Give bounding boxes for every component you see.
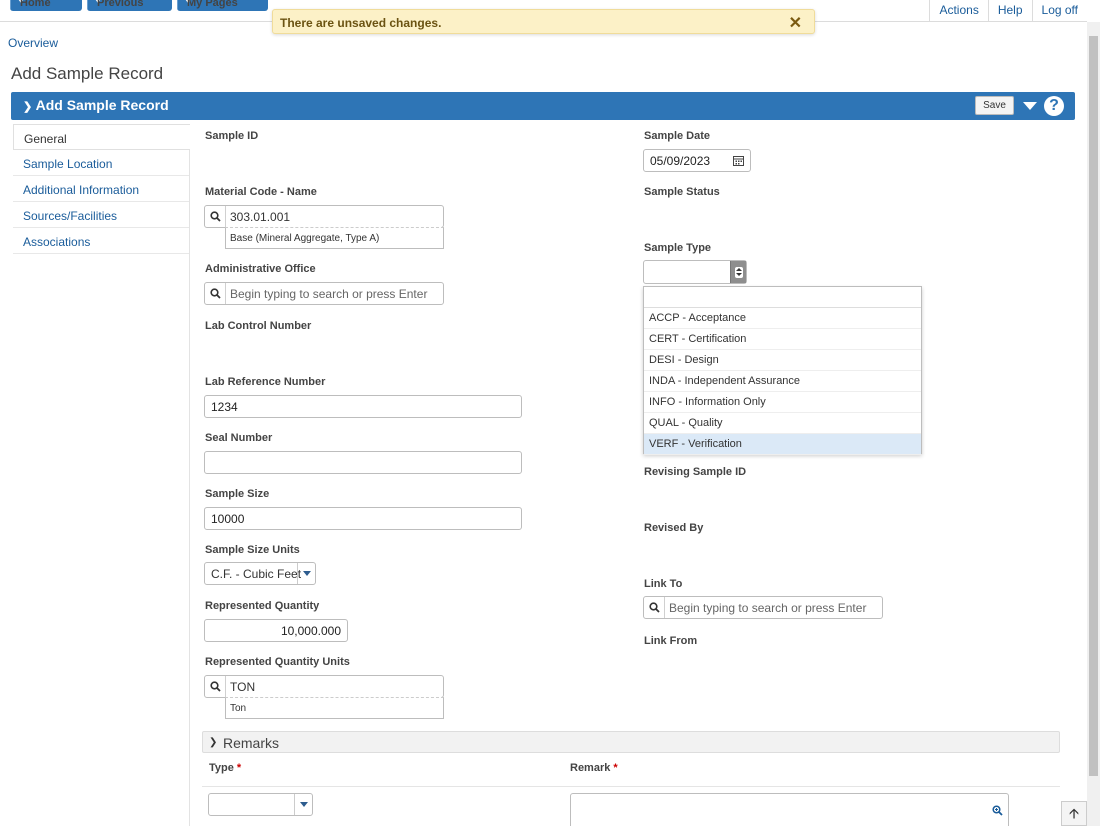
represented-quantity-units-label: Represented Quantity Units	[205, 656, 350, 668]
back-to-top-button[interactable]: 🡩	[1061, 801, 1087, 826]
previous-button-label: Previous	[97, 0, 144, 9]
breadcrumb[interactable]: Overview	[8, 36, 58, 50]
previous-button[interactable]: Previous	[87, 0, 172, 11]
sample-type-dropdown-list: ACCP - Acceptance CERT - Certification D…	[643, 286, 922, 455]
search-icon[interactable]	[205, 283, 226, 304]
search-icon[interactable]	[205, 206, 226, 227]
remark-text-column-header: Remark *	[570, 762, 618, 774]
required-marker: *	[613, 762, 618, 774]
link-to-field[interactable]: Begin typing to search or press Enter	[643, 596, 883, 619]
link-to-label: Link To	[644, 578, 683, 590]
seal-number-label: Seal Number	[205, 432, 273, 444]
sample-size-units-value: C.F. - Cubic Feet	[211, 567, 302, 581]
sample-size-units-label: Sample Size Units	[205, 544, 300, 556]
remarks-section-header[interactable]: ❯ Remarks	[202, 731, 1060, 753]
revised-by-label: Revised By	[644, 522, 704, 534]
remark-textarea[interactable]	[570, 793, 1009, 826]
sample-id-label: Sample ID	[205, 130, 259, 142]
unsaved-changes-toast: There are unsaved changes. ✕	[272, 9, 815, 34]
actions-dropdown-icon[interactable]	[1023, 102, 1037, 110]
material-code-label: Material Code - Name	[205, 186, 317, 198]
arrow-up-icon: 🡩	[1068, 805, 1080, 821]
home-button[interactable]: Home	[10, 0, 82, 11]
represented-quantity-label: Represented Quantity	[205, 600, 320, 612]
sample-type-label: Sample Type	[644, 242, 712, 254]
remarks-header-divider	[202, 786, 1060, 787]
sample-type-option-info[interactable]: INFO - Information Only	[644, 392, 921, 413]
sidebar-item-sources-facilities[interactable]: Sources/Facilities	[13, 202, 190, 228]
sample-type-option-verf[interactable]: VERF - Verification	[644, 434, 921, 455]
material-code-field[interactable]: 303.01.001	[204, 205, 444, 228]
page-scrollbar[interactable]	[1087, 22, 1100, 826]
sample-size-label: Sample Size	[205, 488, 270, 500]
link-from-label: Link From	[644, 635, 698, 647]
nav-divider	[189, 150, 190, 826]
home-button-label: Home	[20, 0, 51, 9]
sidebar-item-general[interactable]: General	[13, 124, 190, 150]
my-pages-button[interactable]: My Pages	[177, 0, 268, 11]
expand-editor-icon[interactable]	[992, 805, 1003, 819]
help-link[interactable]: Help	[987, 0, 1032, 21]
lab-control-number-label: Lab Control Number	[205, 320, 312, 332]
administrative-office-placeholder: Begin typing to search or press Enter	[230, 287, 428, 301]
sidebar-item-associations[interactable]: Associations	[13, 228, 190, 254]
chevron-down-icon: ❯	[209, 737, 218, 748]
sample-size-input[interactable]: 10000	[204, 507, 522, 530]
required-marker: *	[236, 762, 242, 774]
my-pages-button-label: My Pages	[187, 0, 238, 9]
sample-type-option-qual[interactable]: QUAL - Quality	[644, 413, 921, 434]
log-off-link[interactable]: Log off	[1031, 0, 1087, 21]
close-icon[interactable]: ✕	[789, 13, 802, 33]
link-to-placeholder: Begin typing to search or press Enter	[669, 601, 867, 615]
chevron-down-icon[interactable]	[294, 794, 312, 815]
page-title: Add Sample Record	[11, 64, 164, 83]
sample-date-label: Sample Date	[644, 130, 711, 142]
represented-quantity-units-field[interactable]: TON	[204, 675, 444, 698]
actions-link[interactable]: Actions	[929, 0, 987, 21]
dropdown-search-input[interactable]	[644, 287, 921, 308]
remark-type-select[interactable]	[208, 793, 313, 816]
panel-title[interactable]: ❯ Add Sample Record	[23, 97, 169, 113]
chevron-down-icon: ❯	[23, 101, 33, 113]
calendar-icon[interactable]	[733, 155, 744, 169]
panel-header: ❯ Add Sample Record Save ?	[11, 92, 1075, 120]
save-button[interactable]: Save	[975, 96, 1014, 115]
side-nav: General Sample Location Additional Infor…	[13, 124, 190, 254]
represented-quantity-units-description: Ton	[225, 697, 444, 719]
represented-quantity-units-value: TON	[230, 680, 256, 694]
sample-type-select[interactable]	[643, 260, 747, 284]
search-icon[interactable]	[644, 597, 665, 618]
sample-date-input[interactable]: 05/09/2023	[643, 149, 751, 172]
panel-title-text: Add Sample Record	[35, 97, 169, 113]
represented-quantity-input[interactable]: 10,000.000	[204, 619, 348, 642]
sample-type-option-cert[interactable]: CERT - Certification	[644, 329, 921, 350]
remark-type-column-header: Type *	[209, 762, 241, 774]
search-icon[interactable]	[205, 676, 226, 697]
sidebar-item-sample-location[interactable]: Sample Location	[13, 150, 190, 176]
sample-size-units-select[interactable]: C.F. - Cubic Feet	[204, 562, 316, 585]
sample-type-option-desi[interactable]: DESI - Design	[644, 350, 921, 371]
sample-date-value: 05/09/2023	[650, 154, 711, 168]
remark-label-text: Remark	[570, 762, 611, 774]
seal-number-input[interactable]	[204, 451, 522, 474]
type-label-text: Type	[209, 762, 234, 774]
top-links: Actions Help Log off	[929, 0, 1087, 21]
sample-status-label: Sample Status	[644, 186, 720, 198]
material-code-value: 303.01.001	[230, 210, 291, 224]
remarks-title: Remarks	[223, 735, 280, 751]
scrollbar-thumb[interactable]	[1089, 36, 1098, 776]
administrative-office-field[interactable]: Begin typing to search or press Enter	[204, 282, 444, 305]
chevron-down-icon[interactable]	[297, 563, 315, 584]
administrative-office-label: Administrative Office	[205, 263, 316, 275]
sample-type-option-accp[interactable]: ACCP - Acceptance	[644, 308, 921, 329]
sample-type-option-inda[interactable]: INDA - Independent Assurance	[644, 371, 921, 392]
chevron-down-icon[interactable]	[730, 261, 746, 283]
lab-reference-number-input[interactable]: 1234	[204, 395, 522, 418]
revising-sample-id-label: Revising Sample ID	[644, 466, 747, 478]
material-description: Base (Mineral Aggregate, Type A)	[225, 227, 444, 249]
lab-reference-number-label: Lab Reference Number	[205, 376, 326, 388]
toast-message: There are unsaved changes.	[280, 16, 442, 30]
help-icon[interactable]: ?	[1044, 96, 1064, 116]
sidebar-item-additional-information[interactable]: Additional Information	[13, 176, 190, 202]
